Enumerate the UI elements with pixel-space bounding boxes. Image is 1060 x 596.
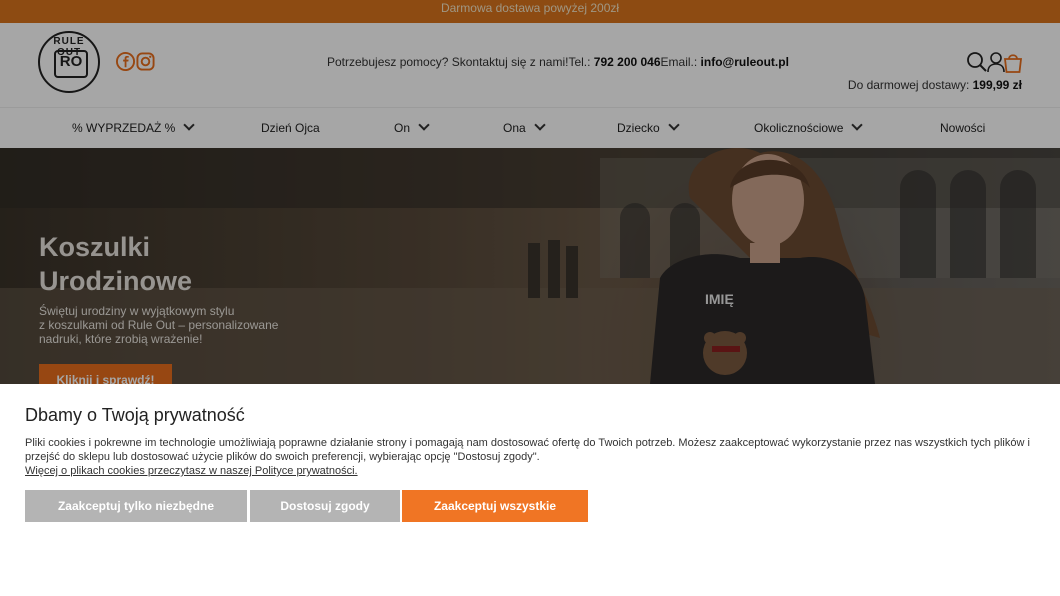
privacy-policy-link[interactable]: Więcej o plikach cookies przeczytasz w n…: [25, 464, 1035, 478]
nav-label: Ona: [503, 121, 526, 135]
hero-title: Koszulki Urodzinowe: [39, 230, 192, 298]
nav-label: % WYPRZEDAŻ %: [72, 121, 176, 135]
nav-label: Dzień Ojca: [261, 121, 320, 135]
instagram-icon[interactable]: [136, 52, 155, 71]
help-text: Potrzebujesz pomocy? Skontaktuj się z na…: [327, 55, 569, 69]
nav-label: Okolicznościowe: [754, 121, 844, 135]
phone-number[interactable]: 792 200 046: [594, 55, 661, 69]
free-shipping-progress: Do darmowej dostawy: 199,99 zł: [848, 78, 1022, 92]
promo-text: Darmowa dostawa powyżej 200zł: [440, 1, 620, 15]
cookie-title: Dbamy o Twoją prywatność: [25, 405, 245, 425]
logo-mark: RO: [59, 53, 83, 70]
nav-label: On: [394, 121, 411, 135]
hero-text-line: z koszulkami od Rule Out – personalizowa…: [39, 318, 279, 332]
promo-bar: Darmowa dostawa powyżej 200zł: [0, 0, 1060, 23]
shipping-value: 199,99 zł: [972, 78, 1022, 92]
facebook-icon[interactable]: [116, 52, 135, 71]
hero-title-line: Urodzinowe: [39, 266, 192, 296]
nav-label: Dziecko: [617, 121, 660, 135]
cookie-description: Pliki cookies i pokrewne im technologie …: [25, 436, 1035, 478]
cart-icon[interactable]: [1002, 51, 1024, 73]
model-photo: [650, 148, 880, 384]
email-address[interactable]: info@ruleout.pl: [701, 55, 789, 69]
hero-text-line: nadruki, które zrobią wrażenie!: [39, 332, 203, 346]
help-contact: Potrzebujesz pomocy? Skontaktuj się z na…: [327, 55, 789, 69]
shipping-label: Do darmowej dostawy:: [847, 78, 973, 92]
chevron-down-icon: [534, 119, 546, 131]
nav-label: Nowości: [940, 121, 986, 135]
nav-item-sale[interactable]: % WYPRZEDAŻ %: [72, 119, 196, 135]
accept-necessary-button[interactable]: Zaakceptuj tylko niezbędne: [25, 490, 247, 522]
nav-item-fathers-day[interactable]: Dzień Ojca: [261, 121, 320, 135]
chevron-down-icon: [183, 119, 196, 131]
nav-item-ona[interactable]: Ona: [503, 119, 546, 135]
cookie-text: Pliki cookies i pokrewne im technologie …: [25, 437, 1030, 463]
hero-text-line: Świętuj urodziny w wyjątkowym stylu: [39, 304, 235, 318]
nav-item-on[interactable]: On: [394, 119, 430, 135]
email-label: Email.:: [660, 55, 701, 69]
logo[interactable]: RULE OUT RO: [38, 31, 100, 93]
chevron-down-icon: [851, 119, 864, 131]
chevron-down-icon: [418, 119, 430, 131]
nav-item-dziecko[interactable]: Dziecko: [617, 119, 680, 135]
hero-title-line: Koszulki: [39, 232, 151, 262]
nav-item-okolicznosciowe[interactable]: Okolicznościowe: [754, 119, 864, 135]
chevron-down-icon: [668, 119, 680, 131]
nav-item-nowosci[interactable]: Nowości: [940, 121, 985, 135]
customize-consent-button[interactable]: Dostosuj zgody: [250, 490, 400, 522]
hero-description: Świętuj urodziny w wyjątkowym stylu z ko…: [39, 304, 299, 346]
tel-label: Tel.:: [568, 55, 594, 69]
accept-all-button[interactable]: Zaakceptuj wszystkie: [402, 490, 588, 522]
shirt-print-text: IMIĘ: [705, 291, 734, 307]
